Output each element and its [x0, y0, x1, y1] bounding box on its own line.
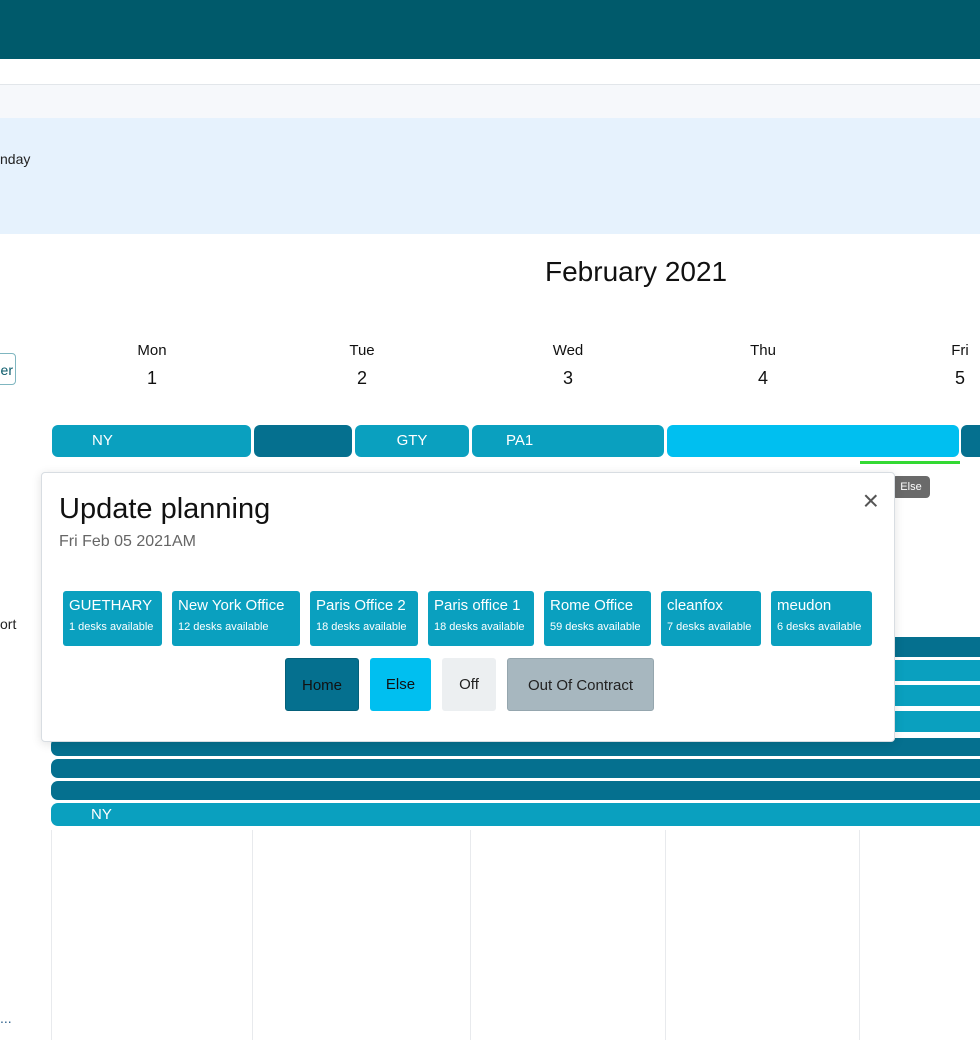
left-partial-button[interactable]: er — [0, 353, 16, 385]
office-name: New York Office — [178, 597, 285, 614]
else-button[interactable]: Else — [370, 658, 431, 711]
day-number: 1 — [146, 368, 157, 388]
grid-line — [252, 830, 253, 1040]
modal-subtitle: Fri Feb 05 2021AM — [59, 533, 196, 550]
event-pa1[interactable]: PA1 — [472, 425, 664, 457]
off-button[interactable]: Off — [442, 658, 496, 711]
office-name: Paris office 1 — [434, 597, 521, 614]
grid-line — [859, 830, 860, 1040]
grid-line — [470, 830, 471, 1040]
office-desks: 12 desks available — [178, 621, 269, 633]
office-desks: 1 desks available — [69, 621, 154, 633]
office-desks: 7 desks available — [667, 621, 752, 633]
day-header-tue: Tue 2 — [322, 342, 402, 389]
office-name: meudon — [777, 597, 832, 614]
left-row-label: ort — [0, 616, 17, 632]
day-number: 4 — [757, 368, 768, 388]
info-banner: nday — [0, 118, 980, 234]
day-name: Thu — [750, 342, 776, 359]
office-name: GUETHARY — [69, 597, 153, 614]
office-paris-1-button[interactable]: Paris office 1 18 desks available — [428, 591, 534, 646]
update-planning-modal: Update planning Fri Feb 05 2021AM × GUET… — [41, 472, 895, 742]
office-rome-button[interactable]: Rome Office 59 desks available — [544, 591, 651, 646]
sub-header — [0, 59, 980, 85]
office-name: Rome Office — [550, 597, 634, 614]
schedule-bar[interactable] — [51, 759, 980, 778]
banner-text: nday — [0, 151, 31, 167]
office-options: GUETHARY 1 desks available New York Offi… — [63, 591, 872, 646]
grid-line — [51, 830, 52, 1040]
day-header-mon: Mon 1 — [112, 342, 192, 389]
office-desks: 59 desks available — [550, 621, 641, 633]
office-name: cleanfox — [667, 597, 723, 614]
modal-title: Update planning — [59, 493, 271, 525]
office-paris-2-button[interactable]: Paris Office 2 18 desks available — [310, 591, 418, 646]
month-title: February 2021 — [545, 256, 728, 287]
event-partial[interactable] — [961, 425, 980, 457]
day-header-thu: Thu 4 — [723, 342, 803, 389]
day-name: Mon — [137, 342, 167, 359]
office-desks: 18 desks available — [316, 621, 407, 633]
day-name: Wed — [552, 342, 584, 359]
out-of-contract-button[interactable]: Out Of Contract — [507, 658, 654, 711]
schedule-bar-ny[interactable]: NY — [51, 803, 980, 826]
day-header-wed: Wed 3 — [528, 342, 608, 389]
close-icon[interactable]: × — [863, 487, 879, 515]
day-number: 5 — [954, 368, 965, 388]
grid-line — [665, 830, 666, 1040]
day-name: Tue — [349, 342, 375, 359]
event-ny[interactable]: NY — [52, 425, 251, 457]
toolbar-area — [0, 85, 980, 118]
drop-indicator — [860, 461, 960, 464]
day-number: 3 — [562, 368, 573, 388]
event-dark[interactable] — [254, 425, 352, 457]
office-new-york-button[interactable]: New York Office 12 desks available — [172, 591, 300, 646]
office-desks: 6 desks available — [777, 621, 862, 633]
status-options: Home Else Off Out Of Contract — [285, 658, 654, 711]
event-else[interactable] — [667, 425, 959, 457]
day-number: 2 — [356, 368, 367, 388]
office-desks: 18 desks available — [434, 621, 525, 633]
day-name: Fri — [951, 342, 969, 359]
tooltip: Else — [892, 476, 930, 498]
app-header — [0, 0, 980, 59]
office-guethary-button[interactable]: GUETHARY 1 desks available — [63, 591, 162, 646]
event-gty[interactable]: GTY — [355, 425, 469, 457]
office-name: Paris Office 2 — [316, 597, 406, 614]
day-header-fri: Fri 5 — [920, 342, 980, 389]
office-meudon-button[interactable]: meudon 6 desks available — [771, 591, 872, 646]
office-cleanfox-button[interactable]: cleanfox 7 desks available — [661, 591, 761, 646]
home-button[interactable]: Home — [285, 658, 359, 711]
left-more-link[interactable]: ... — [0, 1010, 12, 1026]
schedule-bar[interactable] — [51, 781, 980, 800]
